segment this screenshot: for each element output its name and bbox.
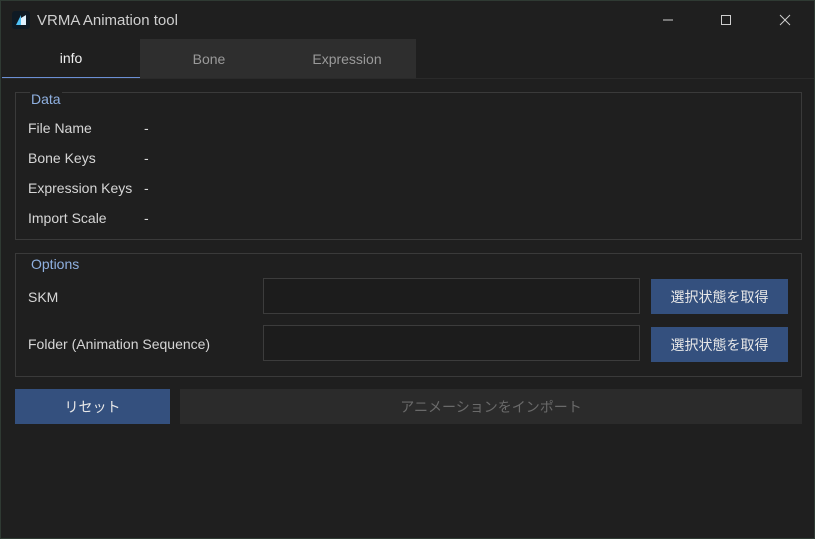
minimize-icon <box>663 19 673 21</box>
close-icon <box>779 14 791 26</box>
tab-bone[interactable]: Bone <box>140 39 278 79</box>
bone-keys-label: Bone Keys <box>28 150 96 166</box>
app-window: VRMA Animation tool info Bone Expression… <box>0 0 815 539</box>
data-group: Data File Name - Bone Keys - Expression … <box>15 91 802 240</box>
import-animation-button[interactable]: アニメーションをインポート <box>180 389 802 424</box>
import-scale-value: - <box>144 210 149 226</box>
folder-get-selection-button[interactable]: 選択状態を取得 <box>651 327 788 362</box>
skm-label: SKM <box>28 289 59 305</box>
import-scale-label: Import Scale <box>28 210 107 226</box>
data-group-title: Data <box>30 91 62 107</box>
reset-button[interactable]: リセット <box>15 389 170 424</box>
skm-input[interactable] <box>263 278 640 314</box>
minimize-button[interactable] <box>639 1 697 39</box>
folder-input[interactable] <box>263 325 640 361</box>
file-name-label: File Name <box>28 120 92 136</box>
folder-label: Folder (Animation Sequence) <box>28 336 211 352</box>
close-button[interactable] <box>756 1 814 39</box>
bone-keys-value: - <box>144 150 149 166</box>
tab-info[interactable]: info <box>2 39 140 79</box>
skm-get-selection-button[interactable]: 選択状態を取得 <box>651 279 788 314</box>
tab-divider <box>2 78 814 79</box>
title-bar[interactable]: VRMA Animation tool <box>1 1 814 39</box>
file-name-value: - <box>144 120 149 136</box>
app-logo-icon <box>12 11 30 29</box>
options-group-title: Options <box>30 256 81 272</box>
expression-keys-label: Expression Keys <box>28 180 133 196</box>
tab-bar: info Bone Expression <box>2 39 416 79</box>
maximize-button[interactable] <box>697 1 755 39</box>
expression-keys-value: - <box>144 180 149 196</box>
maximize-icon <box>721 15 731 25</box>
tab-expression[interactable]: Expression <box>278 39 416 79</box>
window-title: VRMA Animation tool <box>37 12 178 29</box>
